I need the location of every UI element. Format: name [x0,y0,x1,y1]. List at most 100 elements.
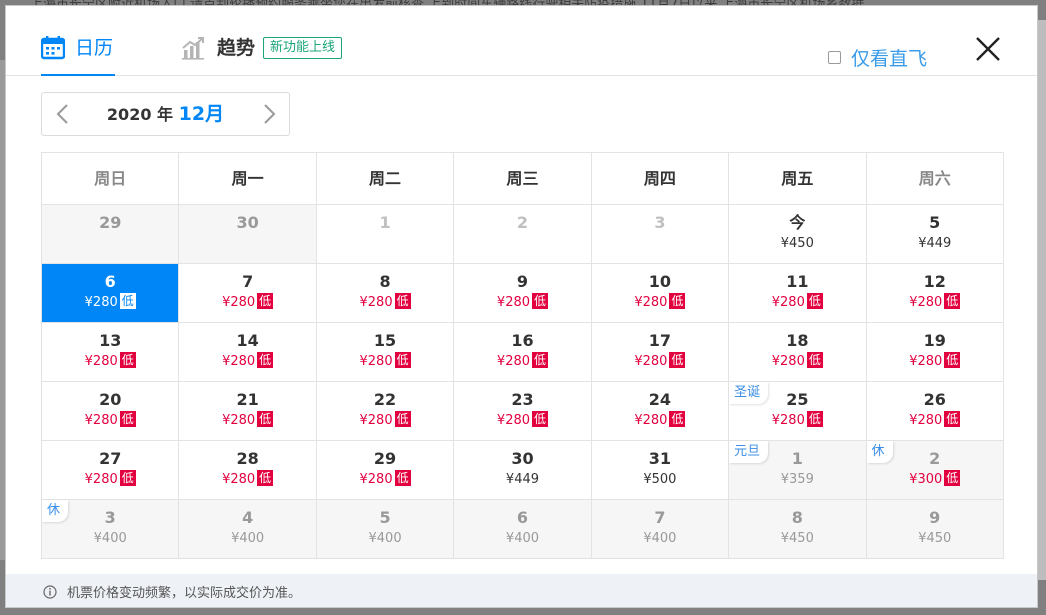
day-price: ¥280 低 [592,411,728,431]
day-price: ¥300 低 [867,470,1003,490]
calendar-day-cell[interactable]: 31 ¥500 [591,441,730,500]
calendar-day-cell[interactable]: 14 ¥280 低 [179,323,317,382]
calendar-day-cell[interactable]: 21 ¥280 低 [179,382,317,441]
calendar-day-cell[interactable]: 休 2 ¥300 低 [866,441,1004,500]
day-price: ¥359 [729,470,865,490]
direct-only-filter[interactable]: 仅看直飞 [828,44,927,71]
day-number: 5 [929,213,941,232]
day-price: ¥280 低 [42,470,178,490]
calendar-week-row: 休 3 ¥400 4 ¥400 5 ¥400 6 ¥400 7 ¥400 8 ¥450 9 ¥450 [42,500,1004,559]
day-price-value: ¥400 [505,531,540,546]
low-price-badge: 低 [944,293,961,309]
month-month: 12月 [178,103,225,125]
calendar-day-cell[interactable]: 10 ¥280 低 [591,264,730,323]
calendar-day-cell[interactable]: 13 ¥280 低 [42,323,180,382]
weekday-thu: 周四 [591,153,730,205]
day-price-value: ¥280 [359,413,393,428]
dialog-header: 日历 趋势 新功能上线 仅看直飞 [6,6,1037,76]
calendar-day-cell[interactable]: 16 ¥280 低 [454,323,592,382]
calendar-day-cell[interactable]: 28 ¥280 低 [179,441,317,500]
day-price-value: ¥280 [909,354,943,369]
calendar-day-cell: 1 [316,205,455,264]
calendar-day-cell[interactable]: 8 ¥280 低 [316,264,455,323]
price-notice: 机票价格变动频繁，以实际成交价为准。 [67,586,302,601]
calendar-day-cell: 2 [454,205,592,264]
low-price-badge: 低 [532,293,549,309]
direct-only-label: 仅看直飞 [851,48,928,70]
calendar-day-cell[interactable]: 15 ¥280 低 [316,323,455,382]
calendar-day-cell[interactable]: 今 ¥450 [729,205,867,264]
day-price: ¥280 低 [42,352,178,372]
day-number: 11 [786,272,809,291]
calendar-day-cell[interactable]: 休 3 ¥400 [42,500,180,559]
day-number: 8 [791,508,803,527]
calendar-day-cell[interactable]: 26 ¥280 低 [866,382,1004,441]
day-price: ¥280 低 [729,411,865,431]
holiday-tag: 元旦 [729,441,769,463]
day-number: 28 [236,449,259,468]
day-price-value: ¥400 [643,531,677,546]
calendar-day-cell[interactable]: 17 ¥280 低 [591,323,730,382]
calendar-day-cell[interactable]: 29 ¥280 低 [316,441,455,500]
weekday-sat: 周六 [866,153,1004,205]
calendar-day-cell[interactable]: 9 ¥280 低 [454,264,592,323]
day-price-value: ¥280 [359,295,393,310]
low-price-badge: 低 [669,411,686,427]
calendar-day-cell[interactable]: 5 ¥449 [866,205,1004,264]
day-number: 9 [516,272,529,291]
day-price-value: ¥280 [359,472,393,487]
calendar-day-cell[interactable]: 元旦 1 ¥359 [729,441,867,500]
calendar-day-cell[interactable]: 6 ¥400 [454,500,592,559]
chevron-right-icon[interactable] [258,103,280,125]
calendar-day-cell[interactable]: 22 ¥280 低 [316,382,455,441]
calendar-day-cell[interactable]: 23 ¥280 低 [454,382,592,441]
day-price: ¥280 低 [42,293,178,313]
calendar-day-cell[interactable]: 12 ¥280 低 [866,264,1004,323]
day-price-value: ¥280 [84,413,118,428]
day-price: ¥280 低 [454,352,590,372]
calendar-day-cell[interactable]: 4 ¥400 [179,500,317,559]
day-number: 3 [654,213,666,232]
day-price-value: ¥450 [780,236,814,251]
day-number: 29 [373,449,397,468]
tab-calendar[interactable]: 日历 [41,36,116,76]
day-price-value: ¥280 [771,354,805,369]
day-price: ¥400 [179,529,315,549]
calendar-day-cell[interactable]: 7 ¥400 [591,500,730,559]
direct-only-checkbox[interactable] [828,51,841,64]
low-price-badge: 低 [806,352,823,368]
day-number: 31 [648,449,672,468]
day-price: ¥280 低 [179,293,315,313]
day-price-value: ¥280 [771,295,805,310]
calendar-day-cell[interactable]: 18 ¥280 低 [729,323,867,382]
day-number: 22 [373,390,397,409]
day-price: ¥280 低 [867,293,1003,313]
calendar-day-cell[interactable]: 19 ¥280 低 [866,323,1004,382]
day-number: 29 [99,213,122,232]
calendar-day-cell[interactable]: 20 ¥280 低 [42,382,180,441]
weekday-mon: 周一 [179,153,317,205]
calendar-day-cell[interactable]: 8 ¥450 [729,500,867,559]
calendar-day-cell[interactable]: 30 ¥449 [454,441,592,500]
weekday-fri: 周五 [729,153,867,205]
calendar-day-cell[interactable]: 5 ¥400 [316,500,455,559]
calendar-day-cell[interactable]: 7 ¥280 低 [179,264,317,323]
calendar-day-cell: 29 [42,205,180,264]
calendar-day-cell[interactable]: 27 ¥280 低 [42,441,180,500]
day-number: 9 [929,508,941,527]
calendar-day-cell[interactable]: 6 ¥280 低 [42,264,180,323]
month-title: 2020 年 12月 [42,93,289,136]
close-icon[interactable] [973,34,1003,64]
day-price-value: ¥280 [771,413,805,428]
calendar-day-cell[interactable]: 9 ¥450 [866,500,1004,559]
calendar-day-cell[interactable]: 11 ¥280 低 [729,264,867,323]
low-price-badge: 低 [944,352,961,368]
day-number: 26 [923,390,946,409]
calendar-icon [41,36,65,60]
calendar-day-cell[interactable]: 24 ¥280 低 [591,382,730,441]
calendar-day-cell[interactable]: 圣诞 25 ¥280 低 [729,382,867,441]
day-number: 13 [99,331,122,350]
tab-trend[interactable]: 趋势 新功能上线 [181,36,343,60]
calendar-grid: 周日 周一 周二 周三 周四 周五 周六 29 30 1 2 3 今 ¥450 5 ¥449 6 ¥… [41,152,1004,559]
day-number: 2 [516,213,529,232]
